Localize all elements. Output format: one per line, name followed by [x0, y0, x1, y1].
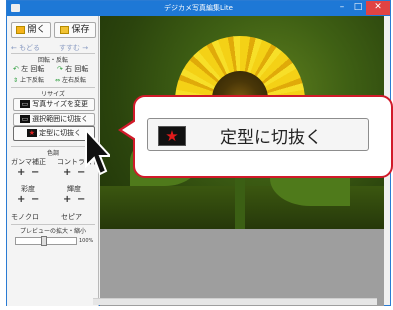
window-title: デジカメ写真編集Lite	[164, 4, 233, 12]
folder-open-icon	[16, 25, 26, 34]
monochrome-button[interactable]: モノクロ	[11, 212, 39, 222]
star-icon: ★	[158, 126, 186, 146]
flip-horizontal-icon: ⇔	[55, 77, 61, 84]
rotate-right-button[interactable]: ↷ 右 回転	[57, 64, 88, 74]
open-button[interactable]: 開く	[11, 22, 51, 38]
flip-vertical-label: 上下反転	[19, 77, 44, 84]
zoom-slider-thumb[interactable]	[41, 236, 47, 246]
mouse-cursor-icon	[85, 128, 110, 176]
save-label: 保存	[71, 25, 90, 35]
crop-shape-label: 定型に切抜く	[39, 129, 82, 137]
crop-selection-button[interactable]: ▭ 選択範囲に切抜く	[13, 113, 95, 126]
saturation-minus-button[interactable]: −	[31, 194, 39, 205]
zoom-slider[interactable]	[15, 236, 77, 246]
save-button[interactable]: 保存	[54, 22, 96, 38]
preview-section-header: プレビューの拡大・縮小	[19, 228, 86, 235]
resize-section-header: リサイズ	[41, 91, 65, 98]
brightness-plus-button[interactable]: +	[63, 194, 71, 205]
rotate-left-button[interactable]: ↶ 左 回転	[13, 64, 44, 74]
crop-selection-label: 選択範囲に切抜く	[32, 115, 89, 123]
flip-vertical-icon: ⇕	[13, 77, 19, 84]
flip-horizontal-label: 左右反転	[61, 77, 86, 84]
change-size-button[interactable]: ▭ 写真サイズを変更	[13, 98, 95, 111]
rotate-left-icon: ↶	[13, 65, 19, 73]
crop-icon: ▭	[19, 115, 30, 123]
close-button[interactable]: ✕	[366, 1, 390, 15]
gamma-minus-button[interactable]: −	[31, 167, 39, 178]
divider	[11, 146, 95, 147]
flip-vertical-button[interactable]: ⇕ 上下反転	[13, 75, 44, 84]
callout-tail-fill	[122, 121, 136, 139]
maximize-button[interactable]: □	[350, 1, 366, 15]
resize-icon: ▭	[19, 100, 30, 108]
change-size-label: 写真サイズを変更	[32, 100, 89, 108]
callout-bubble: ★ 定型に切抜く	[133, 95, 393, 178]
divider	[11, 87, 95, 88]
save-icon	[60, 25, 70, 34]
rotate-section-header: 回転・反転	[37, 57, 68, 64]
star-icon: ★	[26, 129, 37, 137]
horizontal-scrollbar[interactable]	[93, 298, 377, 305]
crop-shape-button[interactable]: ★ 定型に切抜く	[13, 126, 95, 141]
sepia-button[interactable]: セピア	[61, 212, 82, 222]
title-bar: デジカメ写真編集Lite – □ ✕	[7, 1, 390, 16]
saturation-label: 彩度	[21, 185, 35, 193]
divider	[11, 224, 95, 225]
gamma-plus-button[interactable]: +	[17, 167, 25, 178]
brightness-minus-button[interactable]: −	[77, 194, 85, 205]
saturation-plus-button[interactable]: +	[17, 194, 25, 205]
callout-button: ★ 定型に切抜く	[147, 118, 369, 151]
minimize-button[interactable]: –	[334, 1, 350, 15]
undo-button[interactable]: ← もどる	[11, 43, 40, 53]
redo-button[interactable]: すすむ →	[59, 43, 88, 53]
flip-horizontal-button[interactable]: ⇔ 左右反転	[55, 75, 86, 84]
rotate-left-label: 左 回転	[21, 65, 45, 73]
gamma-label: ガンマ補正	[11, 158, 46, 166]
rotate-right-label: 右 回転	[65, 65, 89, 73]
rotate-right-icon: ↷	[57, 65, 63, 73]
divider	[11, 53, 95, 54]
open-label: 開く	[27, 25, 46, 35]
brightness-label: 輝度	[67, 185, 81, 193]
contrast-plus-button[interactable]: +	[63, 167, 71, 178]
zoom-level: 100%	[79, 238, 94, 244]
callout-label: 定型に切抜く	[220, 128, 322, 148]
